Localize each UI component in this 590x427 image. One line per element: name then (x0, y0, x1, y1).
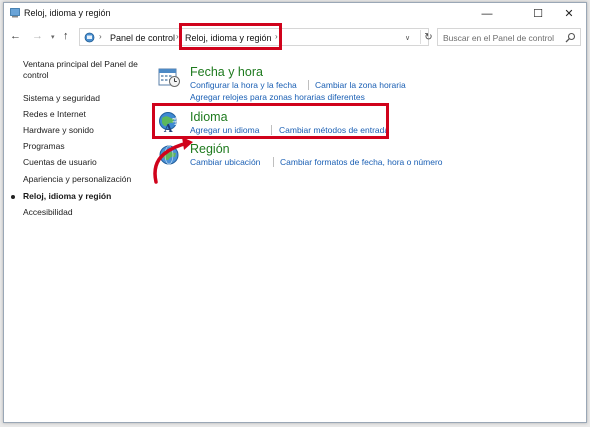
breadcrumb-separator: › (99, 32, 102, 41)
title-bar[interactable]: Reloj, idioma y región — ☐ ✕ (4, 3, 586, 24)
link-cambiar-formatos[interactable]: Cambiar formatos de fecha, hora o número (280, 157, 443, 167)
link-cambiar-zona-horaria[interactable]: Cambiar la zona horaria (315, 80, 406, 90)
calendar-clock-icon[interactable] (158, 66, 180, 88)
category-title-fecha-hora[interactable]: Fecha y hora (190, 65, 263, 79)
sidebar-item-sistema-seguridad[interactable]: Sistema y seguridad (23, 93, 141, 104)
sidebar-item-programas[interactable]: Programas (23, 141, 141, 152)
forward-arrow-icon[interactable]: → (32, 30, 43, 42)
sidebar-item-redes-internet[interactable]: Redes e Internet (23, 109, 141, 120)
control-panel-window: Reloj, idioma y región — ☐ ✕ ← → ▾ ↑ › P… (3, 2, 587, 423)
link-configurar-hora-fecha[interactable]: Configurar la hora y la fecha (190, 80, 297, 90)
search-input[interactable]: Buscar en el Panel de control (437, 28, 581, 46)
refresh-button[interactable]: ↻ (420, 30, 436, 44)
control-panel-icon (10, 8, 20, 18)
minimize-button[interactable]: — (469, 3, 505, 24)
annotation-arrow-icon (153, 137, 193, 184)
link-agregar-relojes[interactable]: Agregar relojes para zonas horarias dife… (190, 92, 365, 102)
navigation-bar: ← → ▾ ↑ › Panel de control › Reloj, idio… (4, 23, 586, 50)
address-bar[interactable]: › Panel de control › Reloj, idioma y reg… (79, 23, 433, 50)
window-title: Reloj, idioma y región (24, 8, 111, 18)
sidebar-item-hardware-sonido[interactable]: Hardware y sonido (23, 125, 141, 136)
back-arrow-icon[interactable]: ← (10, 30, 21, 42)
recent-locations-icon[interactable]: ▾ (51, 33, 55, 41)
search-icon[interactable] (565, 32, 576, 43)
address-dropdown-icon[interactable]: ∨ (405, 34, 410, 42)
close-button[interactable]: ✕ (551, 3, 587, 24)
link-separator (308, 80, 309, 90)
sidebar-item-accesibilidad[interactable]: Accesibilidad (23, 207, 141, 218)
breadcrumb-highlight-box (179, 23, 282, 50)
current-page-bullet (11, 195, 15, 199)
sidebar-item-cuentas-usuario[interactable]: Cuentas de usuario (23, 157, 141, 168)
search-placeholder: Buscar en el Panel de control (443, 33, 555, 43)
control-panel-icon (84, 32, 95, 43)
link-separator (273, 157, 274, 167)
sidebar-item-reloj-idioma-region[interactable]: Reloj, idioma y región (23, 191, 141, 202)
sidebar-item-ventana-principal[interactable]: Ventana principal del Panel de control (23, 59, 141, 81)
sidebar-item-apariencia[interactable]: Apariencia y personalización (23, 174, 141, 185)
sidebar: Ventana principal del Panel de control S… (4, 49, 144, 423)
breadcrumb-panel-de-control[interactable]: Panel de control (110, 33, 175, 43)
up-arrow-icon[interactable]: ↑ (63, 30, 69, 42)
